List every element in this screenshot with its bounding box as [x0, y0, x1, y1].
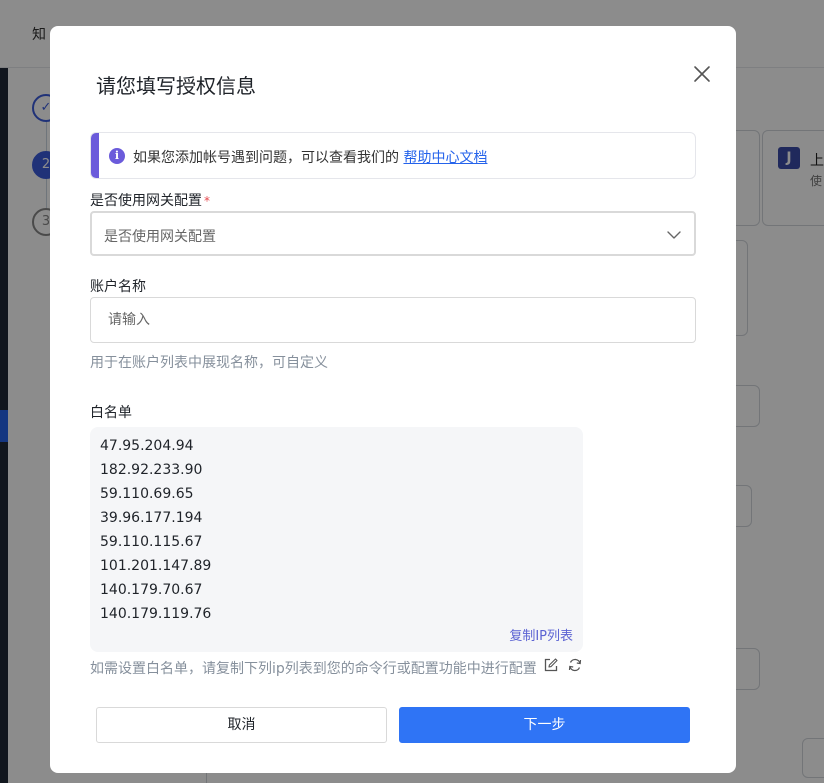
help-center-link[interactable]: 帮助中心文档 [403, 150, 487, 166]
refresh-icon[interactable] [568, 658, 582, 672]
whitelist-label: 白名单 [90, 405, 132, 421]
ip-item: 101.201.147.89 [100, 558, 212, 574]
account-name-label: 账户名称 [90, 279, 146, 295]
ip-item: 140.179.70.67 [100, 582, 203, 598]
info-icon: i [109, 148, 125, 164]
gateway-label-text: 是否使用网关配置 [90, 193, 202, 209]
authorization-modal: 请您填写授权信息 i 如果您添加帐号遇到问题，可以查看我们的 帮助中心文档 是否… [50, 26, 736, 773]
edit-icon[interactable] [544, 658, 558, 672]
cancel-button[interactable]: 取消 [96, 707, 387, 743]
account-name-input[interactable] [90, 297, 696, 343]
required-mark: * [204, 194, 210, 208]
whitelist-helper: 如需设置白名单，请复制下列ip列表到您的命令行或配置功能中进行配置 [90, 661, 537, 677]
gateway-select-placeholder: 是否使用网关配置 [104, 229, 216, 245]
info-message: 如果您添加帐号遇到问题，可以查看我们的 [133, 150, 399, 166]
info-text: 如果您添加帐号遇到问题，可以查看我们的 帮助中心文档 [133, 147, 487, 167]
gateway-label: 是否使用网关配置 * [90, 190, 210, 210]
account-name-helper: 用于在账户列表中展现名称，可自定义 [90, 355, 328, 371]
ip-item: 47.95.204.94 [100, 438, 194, 454]
ip-item: 140.179.119.76 [100, 606, 212, 622]
whitelist-box: 47.95.204.94 182.92.233.90 59.110.69.65 … [90, 427, 583, 652]
chevron-down-icon [667, 231, 681, 239]
next-step-button[interactable]: 下一步 [399, 707, 690, 743]
close-icon[interactable] [690, 62, 714, 86]
gateway-select[interactable]: 是否使用网关配置 [90, 211, 696, 256]
ip-item: 182.92.233.90 [100, 462, 203, 478]
ip-item: 59.110.115.67 [100, 534, 203, 550]
modal-title: 请您填写授权信息 [96, 74, 256, 98]
ip-item: 39.96.177.194 [100, 510, 203, 526]
info-banner-accent [91, 133, 99, 178]
info-banner: i 如果您添加帐号遇到问题，可以查看我们的 帮助中心文档 [90, 132, 696, 179]
ip-item: 59.110.69.65 [100, 486, 194, 502]
ip-list: 47.95.204.94 182.92.233.90 59.110.69.65 … [100, 434, 211, 626]
copy-ip-list-button[interactable]: 复制IP列表 [509, 625, 573, 644]
